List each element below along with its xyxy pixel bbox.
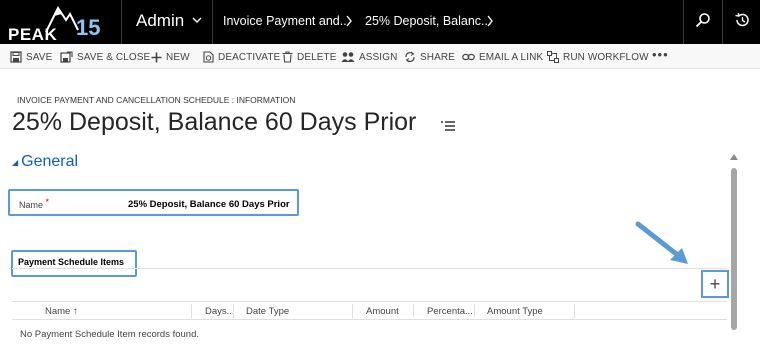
run-workflow-label: RUN WORKFLOW (563, 51, 649, 63)
app-name[interactable]: Admin (136, 11, 184, 31)
column-divider (413, 304, 414, 318)
column-header-amount-type[interactable]: Amount Type (487, 306, 543, 317)
share-icon (405, 51, 415, 63)
nav-divider (212, 0, 213, 44)
scroll-up-icon[interactable] (730, 154, 738, 160)
column-header-date-type[interactable]: Date Type (246, 306, 289, 317)
column-header-name[interactable]: Name ↑ (45, 306, 78, 317)
save-icon (10, 51, 22, 63)
record-title: 25% Deposit, Balance 60 Days Prior (12, 108, 417, 136)
column-header-percentage[interactable]: Percenta... (427, 306, 473, 317)
email-link-label: EMAIL A LINK (479, 51, 544, 63)
plus-icon (151, 52, 162, 62)
email-link-button[interactable]: EMAIL A LINK (462, 50, 543, 64)
command-bar: SAVE SAVE & CLOSE NEW DEACTIVATE DELETE (0, 44, 760, 69)
breadcrumb-entity[interactable]: Invoice Payment and... (223, 14, 350, 28)
subgrid-empty-message: No Payment Schedule Item records found. (20, 329, 200, 340)
column-header-days[interactable]: Days... (205, 306, 235, 317)
logo-text: PEAK (8, 25, 57, 42)
logo-number: 15 (76, 15, 100, 40)
peak15-logo[interactable]: PEAK 15 (6, 2, 118, 44)
deactivate-label: DEACTIVATE (218, 51, 281, 63)
scrollbar-thumb[interactable] (731, 168, 737, 330)
top-nav-bar: PEAK 15 Admin Invoice Payment and... 25%… (0, 0, 760, 44)
chevron-right-icon[interactable] (486, 15, 494, 27)
nav-divider (121, 0, 122, 44)
divider (12, 268, 727, 269)
column-divider (191, 304, 192, 318)
column-divider (233, 304, 234, 318)
add-record-button[interactable]: + (701, 270, 729, 298)
save-button[interactable]: SAVE (10, 50, 52, 64)
callout-arrow-icon (635, 221, 688, 264)
breadcrumb-record[interactable]: 25% Deposit, Balanc... (365, 14, 491, 28)
share-button[interactable]: SHARE (404, 50, 455, 64)
collapse-triangle-icon[interactable]: ◢ (12, 158, 18, 167)
required-marker: * (45, 197, 50, 207)
entity-label: INVOICE PAYMENT AND CANCELLATION SCHEDUL… (17, 95, 296, 105)
assign-icon (341, 52, 355, 62)
section-header-general[interactable]: ◢ General (12, 153, 78, 171)
assign-label: ASSIGN (359, 51, 398, 63)
more-icon[interactable]: ••• (652, 48, 669, 61)
chevron-right-icon (346, 15, 352, 27)
subgrid-header: Name ↑ Days... Date Type Amount Percenta… (12, 301, 727, 320)
nav-divider (722, 0, 723, 44)
section-title: General (21, 153, 79, 170)
name-field-label: Name * (19, 197, 50, 210)
save-close-label: SAVE & CLOSE (77, 51, 151, 63)
save-close-icon (60, 51, 73, 63)
deactivate-button[interactable]: DEACTIVATE (203, 50, 280, 64)
save-label: SAVE (26, 51, 53, 63)
history-icon[interactable] (734, 12, 750, 28)
assign-button[interactable]: ASSIGN (341, 50, 397, 64)
delete-button[interactable]: DELETE (282, 50, 337, 64)
deactivate-icon (203, 51, 214, 63)
column-divider (574, 304, 575, 318)
link-icon (462, 53, 475, 61)
share-label: SHARE (420, 51, 455, 63)
chevron-down-icon[interactable] (192, 16, 202, 24)
search-icon[interactable] (695, 12, 711, 28)
nav-divider (683, 0, 684, 44)
column-divider (352, 304, 353, 318)
delete-label: DELETE (297, 51, 337, 63)
subgrid-label: Payment Schedule Items (18, 257, 125, 267)
save-close-button[interactable]: SAVE & CLOSE (60, 50, 150, 64)
new-label: NEW (166, 51, 190, 63)
workflow-icon (547, 51, 559, 63)
column-header-amount[interactable]: Amount (366, 306, 399, 317)
name-label-text: Name (19, 200, 44, 210)
trash-icon (282, 51, 293, 63)
name-field-value[interactable]: 25% Deposit, Balance 60 Days Prior (128, 199, 290, 210)
column-divider (474, 304, 475, 318)
form-selector-icon[interactable] (441, 121, 455, 131)
new-button[interactable]: NEW (151, 50, 190, 64)
run-workflow-button[interactable]: RUN WORKFLOW (547, 50, 649, 64)
